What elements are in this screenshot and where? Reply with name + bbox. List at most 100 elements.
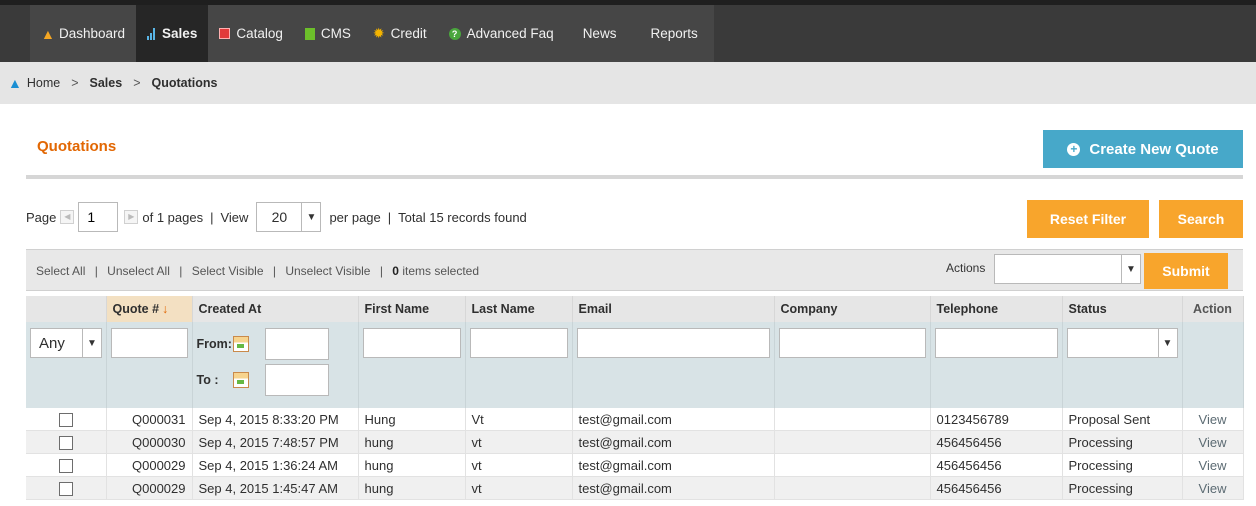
- breadcrumb-separator: >: [71, 76, 79, 90]
- nav-item-reports[interactable]: Reports: [634, 5, 714, 62]
- view-link[interactable]: View: [1199, 458, 1227, 473]
- actions-label: Actions: [946, 261, 986, 275]
- nav-item-sales[interactable]: Sales: [136, 5, 209, 62]
- actions-select[interactable]: ▼: [994, 254, 1141, 284]
- unselect-visible-link[interactable]: Unselect Visible: [285, 264, 370, 278]
- select-visible-link[interactable]: Select Visible: [192, 264, 264, 278]
- massaction-filter-select[interactable]: Any ▼: [30, 328, 102, 358]
- table-row[interactable]: Q000029 Sep 4, 2015 1:45:47 AM hung vt t…: [26, 476, 1244, 500]
- previous-page-icon[interactable]: ◀: [60, 210, 75, 224]
- column-header-telephone[interactable]: Telephone: [930, 296, 1063, 322]
- calendar-icon[interactable]: [232, 372, 249, 388]
- cell-email: test@gmail.com: [572, 430, 775, 454]
- nav-item-catalog[interactable]: Catalog: [208, 5, 294, 62]
- table-row[interactable]: Q000030 Sep 4, 2015 7:48:57 PM hung vt t…: [26, 430, 1244, 454]
- breadcrumb-current: Quotations: [151, 76, 218, 90]
- table-row[interactable]: Q000029 Sep 4, 2015 1:36:24 AM hung vt t…: [26, 453, 1244, 477]
- cell-email: test@gmail.com: [572, 453, 775, 477]
- company-filter-input[interactable]: [778, 328, 926, 358]
- view-link[interactable]: View: [1199, 435, 1227, 450]
- column-header-created-at[interactable]: Created At: [192, 296, 359, 322]
- last-name-filter-input[interactable]: [469, 328, 568, 358]
- column-header-company[interactable]: Company: [774, 296, 931, 322]
- cell-last-name: Vt: [465, 408, 573, 431]
- date-from-input[interactable]: [264, 328, 329, 360]
- telephone-filter-input[interactable]: [934, 328, 1058, 358]
- nav-item-credit[interactable]: ✹ Credit: [361, 5, 438, 62]
- date-from-label: From:: [196, 337, 232, 351]
- create-new-quote-button[interactable]: + Create New Quote: [1043, 130, 1243, 168]
- row-checkbox-cell: [26, 408, 107, 431]
- cell-created-at: Sep 4, 2015 1:45:47 AM: [192, 476, 359, 500]
- per-page-select[interactable]: 20 ▼: [256, 202, 322, 232]
- table-row[interactable]: Q000031 Sep 4, 2015 8:33:20 PM Hung Vt t…: [26, 408, 1244, 431]
- nav-label: Reports: [650, 26, 698, 41]
- view-link[interactable]: View: [1199, 412, 1227, 427]
- next-page-icon[interactable]: ▶: [124, 210, 139, 224]
- nav-label: Catalog: [236, 26, 283, 41]
- cell-telephone: 0123456789: [930, 408, 1063, 431]
- page-title: Quotations: [37, 138, 117, 155]
- page-number-input[interactable]: [78, 202, 119, 232]
- date-to-input[interactable]: [264, 364, 329, 396]
- column-header-status[interactable]: Status: [1062, 296, 1183, 322]
- cell-quote: Q000030: [106, 430, 193, 454]
- view-link[interactable]: View: [1199, 481, 1227, 496]
- first-name-filter-input[interactable]: [362, 328, 461, 358]
- nav-label: CMS: [320, 26, 351, 41]
- grid-filter-row: Any ▼ From: To : ▼: [26, 322, 1244, 408]
- cell-company: [774, 430, 931, 454]
- nav-item-dashboard[interactable]: ▲ Dashboard: [30, 5, 137, 62]
- create-new-quote-label: Create New Quote: [1089, 140, 1219, 158]
- nav-item-news[interactable]: News: [564, 5, 635, 62]
- chevron-down-icon: ▼: [82, 329, 101, 357]
- filter-cell: [572, 322, 775, 408]
- filter-cell: [1182, 322, 1244, 408]
- per-page-label: per page: [329, 209, 381, 225]
- unselect-all-link[interactable]: Unselect All: [107, 264, 170, 278]
- submit-button[interactable]: Submit: [1144, 253, 1228, 289]
- view-label: View: [220, 209, 249, 225]
- select-all-link[interactable]: Select All: [36, 264, 85, 278]
- column-header-first-name[interactable]: First Name: [358, 296, 466, 322]
- reset-filter-button[interactable]: Reset Filter: [1027, 200, 1149, 238]
- column-header-email[interactable]: Email: [572, 296, 775, 322]
- cell-last-name: vt: [465, 453, 573, 477]
- row-checkbox[interactable]: [58, 412, 73, 427]
- nav-item-advanced-faq[interactable]: ? Advanced Faq: [437, 5, 565, 62]
- row-checkbox[interactable]: [58, 481, 73, 496]
- row-checkbox[interactable]: [58, 435, 73, 450]
- per-page-value: 20: [271, 209, 288, 225]
- row-checkbox[interactable]: [58, 458, 73, 473]
- chevron-down-icon: ▼: [1121, 255, 1140, 283]
- nav-label: Dashboard: [59, 26, 126, 41]
- cell-company: [774, 453, 931, 477]
- column-header-checkbox: [26, 296, 107, 322]
- status-filter-select[interactable]: ▼: [1066, 328, 1178, 358]
- search-button[interactable]: Search: [1159, 200, 1243, 238]
- chevron-down-icon: ▼: [301, 203, 320, 231]
- cell-action: View: [1182, 430, 1244, 454]
- quote-filter-input[interactable]: [110, 328, 188, 358]
- row-checkbox-cell: [26, 476, 107, 500]
- filter-cell: Any ▼: [26, 322, 107, 408]
- breadcrumb-sales[interactable]: Sales: [90, 76, 123, 90]
- cell-action: View: [1182, 453, 1244, 477]
- cell-created-at: Sep 4, 2015 8:33:20 PM: [192, 408, 359, 431]
- home-icon: ▲: [8, 75, 22, 91]
- cell-status: Processing: [1062, 430, 1183, 454]
- cell-first-name: Hung: [358, 408, 466, 431]
- of-pages-text: of 1 pages: [142, 209, 204, 225]
- email-filter-input[interactable]: [576, 328, 770, 358]
- grid-header-row: Quote # ↓ Created At First Name Last Name…: [26, 296, 1244, 322]
- breadcrumb-home[interactable]: ▲ Home: [8, 75, 60, 91]
- filter-cell: [358, 322, 466, 408]
- nav-item-cms[interactable]: CMS: [293, 5, 362, 62]
- cell-telephone: 456456456: [930, 453, 1063, 477]
- column-header-last-name[interactable]: Last Name: [465, 296, 573, 322]
- cell-telephone: 456456456: [930, 430, 1063, 454]
- calendar-icon[interactable]: [232, 336, 249, 352]
- row-checkbox-cell: [26, 453, 107, 477]
- date-from-row: From:: [197, 328, 354, 360]
- column-header-quote[interactable]: Quote # ↓: [106, 296, 193, 322]
